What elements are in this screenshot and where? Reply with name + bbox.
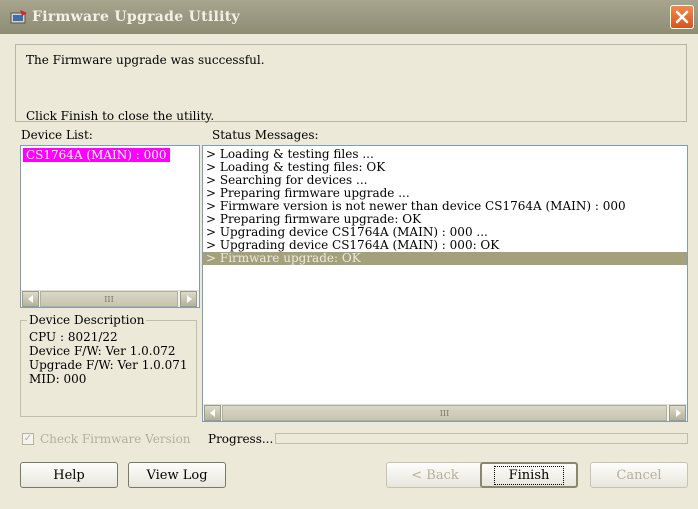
window-title: Firmware Upgrade Utility (32, 9, 240, 25)
status-hscrollbar[interactable]: III (203, 404, 687, 421)
arrow-left-icon (27, 295, 33, 303)
cancel-button[interactable]: Cancel (590, 462, 688, 488)
device-list-hscrollbar[interactable]: III (21, 290, 199, 307)
status-messages-list[interactable]: > Loading & testing files ... > Loading … (202, 145, 688, 422)
scroll-right-button[interactable] (669, 405, 686, 421)
success-message: The Firmware upgrade was successful. (26, 53, 265, 67)
device-fw-info: Device F/W: Ver 1.0.072 (29, 344, 176, 358)
check-firmware-label[interactable]: Check Firmware Version (40, 432, 191, 446)
firmware-upgrade-window: Firmware Upgrade Utility The Firmware up… (0, 0, 698, 509)
scroll-left-button[interactable] (204, 405, 221, 421)
close-icon (675, 10, 689, 24)
progress-label: Progress... (208, 432, 274, 446)
upgrade-fw-info: Upgrade F/W: Ver 1.0.071 (29, 358, 188, 372)
back-button[interactable]: < Back (386, 462, 484, 488)
device-list-item[interactable]: CS1764A (MAIN) : 000 (23, 148, 170, 162)
finish-button[interactable]: Finish (480, 462, 578, 488)
message-panel: The Firmware upgrade was successful. Cli… (15, 44, 687, 123)
status-messages-label: Status Messages: (212, 128, 319, 142)
mid-info: MID: 000 (29, 372, 87, 386)
scroll-thumb[interactable]: III (222, 405, 667, 421)
device-list-label: Device List: (21, 128, 93, 142)
arrow-right-icon (186, 295, 192, 303)
device-description-legend: Device Description (27, 313, 147, 327)
arrow-right-icon (675, 409, 681, 417)
progress-bar (275, 433, 688, 444)
scroll-right-button[interactable] (180, 291, 197, 307)
app-icon (10, 10, 27, 24)
scroll-left-button[interactable] (22, 291, 39, 307)
finish-instruction: Click Finish to close the utility. (26, 109, 215, 123)
view-log-button[interactable]: View Log (128, 462, 226, 488)
arrow-left-icon (209, 409, 215, 417)
scroll-thumb[interactable]: III (40, 291, 178, 307)
check-firmware-checkbox[interactable]: ✓ (22, 433, 34, 445)
finish-button-label: Finish (493, 465, 565, 485)
title-bar[interactable]: Firmware Upgrade Utility (0, 0, 698, 34)
close-button[interactable] (670, 5, 694, 29)
cpu-info: CPU : 8021/22 (29, 330, 118, 344)
device-description-group: Device Description CPU : 8021/22 Device … (20, 313, 197, 417)
help-button[interactable]: Help (20, 462, 118, 488)
status-line-selected: > Firmware upgrade: OK (203, 252, 687, 265)
device-list[interactable]: CS1764A (MAIN) : 000 III (20, 145, 200, 308)
